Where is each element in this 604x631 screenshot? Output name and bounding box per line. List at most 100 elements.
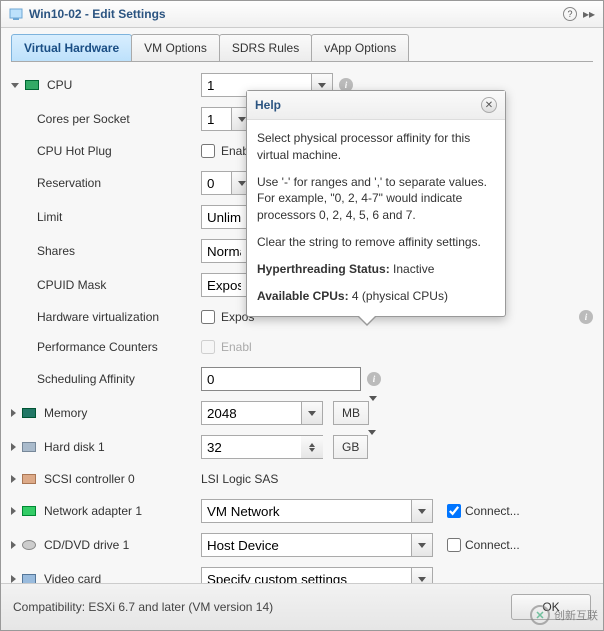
tab-virtual-hardware[interactable]: Virtual Hardware bbox=[11, 34, 132, 61]
video-label: Video card bbox=[44, 572, 101, 583]
cd-connect-checkbox[interactable] bbox=[447, 538, 461, 552]
cd-input[interactable] bbox=[201, 533, 411, 557]
help-body: Select physical processor affinity for t… bbox=[247, 120, 505, 316]
memory-label: Memory bbox=[44, 406, 87, 420]
hdd-spinner[interactable] bbox=[301, 435, 323, 459]
hdd-label: Hard disk 1 bbox=[44, 440, 105, 454]
help-p3: Clear the string to remove affinity sett… bbox=[257, 234, 495, 251]
hdd-input[interactable] bbox=[201, 435, 301, 459]
tab-vm-options[interactable]: VM Options bbox=[131, 34, 220, 61]
cpu-label: CPU bbox=[47, 78, 72, 92]
cd-label: CD/DVD drive 1 bbox=[44, 538, 129, 552]
video-combo[interactable] bbox=[201, 567, 433, 583]
video-icon bbox=[22, 574, 36, 583]
limit-label: Limit bbox=[37, 210, 62, 224]
net-connect-label: Connect... bbox=[465, 504, 520, 518]
row-affinity: Scheduling Affinity i bbox=[11, 362, 593, 396]
row-perf: Performance Counters Enabl bbox=[11, 332, 593, 362]
expand-icon[interactable]: ▸▸ bbox=[583, 7, 595, 21]
hdd-icon bbox=[22, 442, 36, 452]
cd-icon bbox=[22, 540, 36, 550]
compat-bar: Compatibility: ESXi 6.7 and later (VM ve… bbox=[1, 583, 603, 630]
cd-connect-label: Connect... bbox=[465, 538, 520, 552]
compat-text: Compatibility: ESXi 6.7 and later (VM ve… bbox=[13, 600, 511, 614]
memory-unit: MB bbox=[333, 401, 368, 425]
cd-combo[interactable] bbox=[201, 533, 433, 557]
row-scsi: SCSI controller 0 LSI Logic SAS bbox=[11, 464, 593, 494]
memory-unit-combo[interactable]: MB bbox=[333, 401, 377, 425]
help-ac-label: Available CPUs: bbox=[257, 289, 349, 303]
net-icon bbox=[22, 506, 36, 516]
cd-dropdown[interactable] bbox=[411, 533, 433, 557]
perf-chk-label: Enabl bbox=[221, 340, 252, 354]
scsi-label: SCSI controller 0 bbox=[44, 472, 135, 486]
watermark-logo-icon: ✕ bbox=[530, 605, 550, 625]
tooltip-pointer-icon bbox=[357, 316, 377, 326]
tab-vapp-options[interactable]: vApp Options bbox=[311, 34, 409, 61]
expand-video-icon[interactable] bbox=[11, 575, 16, 583]
scsi-icon bbox=[22, 474, 36, 484]
row-memory: Memory MB bbox=[11, 396, 593, 430]
help-title: Help bbox=[255, 98, 481, 112]
tab-underline bbox=[11, 61, 593, 62]
net-combo[interactable] bbox=[201, 499, 433, 523]
help-ht-label: Hyperthreading Status: bbox=[257, 262, 390, 276]
hdd-unit-combo[interactable]: GB bbox=[333, 435, 376, 459]
watermark-text: 创新互联 bbox=[554, 607, 598, 623]
cpuid-label: CPUID Mask bbox=[37, 278, 106, 292]
limit-input[interactable] bbox=[201, 205, 246, 229]
hwvirt-label: Hardware virtualization bbox=[37, 310, 159, 324]
vm-icon bbox=[9, 7, 23, 21]
hwvirt-checkbox[interactable] bbox=[201, 310, 215, 324]
affinity-label: Scheduling Affinity bbox=[37, 372, 135, 386]
cpu-icon bbox=[25, 80, 39, 90]
memory-dropdown[interactable] bbox=[301, 401, 323, 425]
info-icon[interactable]: i bbox=[579, 310, 593, 324]
affinity-input[interactable] bbox=[201, 367, 361, 391]
cores-label: Cores per Socket bbox=[37, 112, 130, 126]
expand-memory-icon[interactable] bbox=[11, 409, 16, 417]
video-input[interactable] bbox=[201, 567, 411, 583]
watermark: ✕ 创新互联 bbox=[530, 605, 598, 625]
net-dropdown[interactable] bbox=[411, 499, 433, 523]
perf-checkbox bbox=[201, 340, 215, 354]
video-dropdown[interactable] bbox=[411, 567, 433, 583]
memory-unit-dropdown[interactable] bbox=[368, 401, 377, 425]
hdd-combo[interactable] bbox=[201, 435, 323, 459]
cores-input[interactable] bbox=[201, 107, 231, 131]
collapse-cpu-icon[interactable] bbox=[11, 83, 19, 88]
expand-net-icon[interactable] bbox=[11, 507, 16, 515]
hotplug-label: CPU Hot Plug bbox=[37, 144, 112, 158]
tabbar: Virtual Hardware VM Options SDRS Rules v… bbox=[1, 28, 603, 61]
hdd-unit: GB bbox=[333, 435, 367, 459]
expand-scsi-icon[interactable] bbox=[11, 475, 16, 483]
hotplug-checkbox[interactable] bbox=[201, 144, 215, 158]
expand-hdd-icon[interactable] bbox=[11, 443, 16, 451]
row-hdd: Hard disk 1 GB bbox=[11, 430, 593, 464]
row-cd: CD/DVD drive 1 Connect... bbox=[11, 528, 593, 562]
shares-input[interactable] bbox=[201, 239, 246, 263]
hdd-unit-dropdown[interactable] bbox=[367, 435, 376, 459]
tab-sdrs-rules[interactable]: SDRS Rules bbox=[219, 34, 312, 61]
help-icon[interactable]: ? bbox=[563, 7, 577, 21]
net-input[interactable] bbox=[201, 499, 411, 523]
memory-input[interactable] bbox=[201, 401, 301, 425]
cpuid-input[interactable] bbox=[201, 273, 246, 297]
limit-combo[interactable] bbox=[201, 205, 246, 229]
affinity-info-icon[interactable]: i bbox=[367, 372, 381, 386]
reservation-label: Reservation bbox=[37, 176, 101, 190]
net-connect-checkbox[interactable] bbox=[447, 504, 461, 518]
help-ht-value: Inactive bbox=[390, 262, 435, 276]
cpuid-combo[interactable] bbox=[201, 273, 246, 297]
expand-cd-icon[interactable] bbox=[11, 541, 16, 549]
dialog-title: Win10-02 - Edit Settings bbox=[29, 7, 557, 21]
row-net: Network adapter 1 Connect... bbox=[11, 494, 593, 528]
reservation-input[interactable] bbox=[201, 171, 231, 195]
close-icon[interactable]: ✕ bbox=[481, 97, 497, 113]
row-video: Video card bbox=[11, 562, 593, 583]
help-p2: Use '-' for ranges and ',' to separate v… bbox=[257, 174, 495, 224]
shares-combo[interactable] bbox=[201, 239, 246, 263]
shares-label: Shares bbox=[37, 244, 75, 258]
memory-combo[interactable] bbox=[201, 401, 323, 425]
titlebar: Win10-02 - Edit Settings ? ▸▸ bbox=[1, 1, 603, 28]
